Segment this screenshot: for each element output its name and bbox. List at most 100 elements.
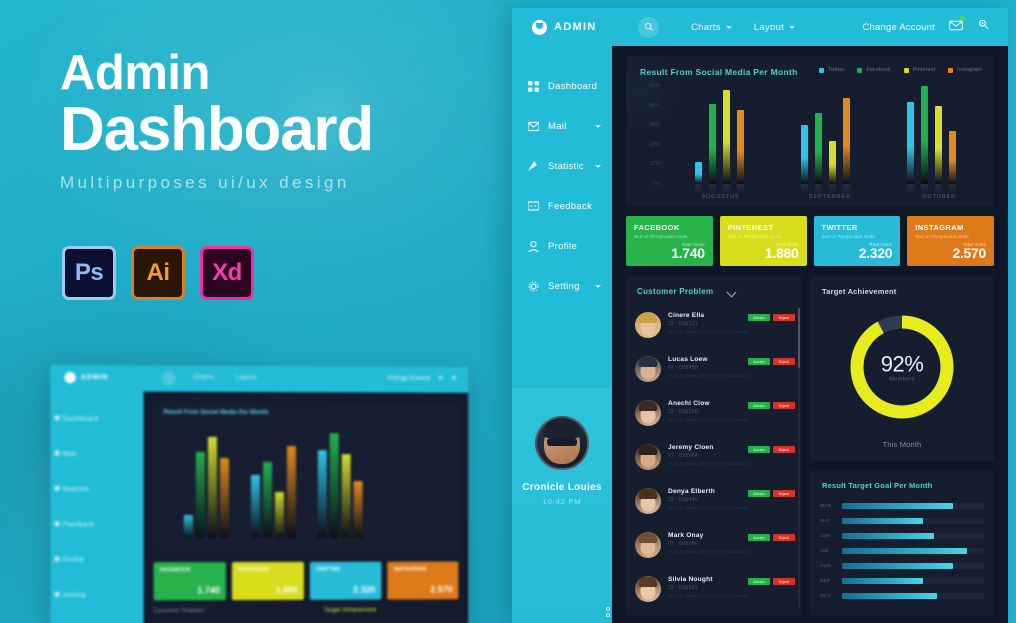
customer-description: Ut Enim Ipsam Dolor Sit Amet Consectetur xyxy=(668,373,750,378)
stat-card-instagram[interactable]: INSTAGRAM Sed Ut Perspiciatis Unde Total V… xyxy=(907,216,994,266)
sidebar-item-setting[interactable]: Setting xyxy=(512,266,612,306)
messages-button[interactable] xyxy=(949,16,965,36)
customer-problem-title: Customer Problem xyxy=(637,286,714,296)
goal-bar-track xyxy=(842,502,984,509)
sidebar-item-dashboard[interactable]: Dashboard xyxy=(512,66,612,106)
stat-card-twitter[interactable]: TWITTER Sed Ut Perspiciatis Unde Total Vis… xyxy=(813,216,901,266)
customer-problem-row[interactable]: Silvia Nought ID : 098561 Ut Enim Ipsam Do… xyxy=(626,570,802,614)
stat-cards-row: FACEBOOK Sed Ut Perspiciatis Unde Total Vi… xyxy=(626,216,994,266)
mockup-chart-title: Result From Social Media Per Month xyxy=(163,409,269,417)
mockup-header-right: Change Account ✉ ⚙ xyxy=(387,375,457,382)
search-button[interactable] xyxy=(638,16,659,38)
customer-problem-row[interactable]: Anechi Clow ID : 098298 Ut Enim Ipsam Dolo… xyxy=(626,394,802,438)
accept-button[interactable]: Accept xyxy=(748,534,770,541)
sidebar-item-feedback[interactable]: Feedback xyxy=(512,186,612,226)
customer-description: Ut Enim Ipsam Dolor Sit Amet Consectetur xyxy=(668,461,750,466)
customer-actions: Accept Reject xyxy=(748,358,795,365)
goal-bar-fill xyxy=(842,592,938,599)
chart-y-axis: 50% 40% 30% 20% 10% 0% xyxy=(640,83,664,187)
mockup-sidebar-icon xyxy=(54,415,60,421)
accept-button[interactable]: Accept xyxy=(748,578,770,585)
customer-problem-row[interactable]: Cinere Ella ID : 098121 Ut Enim Ipsam Dolo… xyxy=(626,306,802,350)
illustrator-icon: Ai xyxy=(131,246,185,300)
bar-group-october xyxy=(878,86,984,195)
customer-actions: Accept Reject xyxy=(748,578,795,585)
reject-button[interactable]: Reject xyxy=(773,490,795,497)
reject-button[interactable]: Reject xyxy=(773,358,795,365)
mockup-chart-panel: Result From Social Media Per Month xyxy=(153,401,459,553)
goal-label: JUN xyxy=(820,533,831,538)
screenshot-stage: Admin Dashboard Multipurposes ui/ux desi… xyxy=(0,0,1016,623)
mockup-sidebar-item: Setting xyxy=(62,591,86,599)
stat-card-facebook[interactable]: FACEBOOK Sed Ut Perspiciatis Unde Total Vi… xyxy=(626,216,713,266)
mockup-sidebar-item: Feedback xyxy=(62,521,95,529)
mockup-mail-icon: ✉ xyxy=(438,375,444,382)
customer-problem-row[interactable]: Lucas Loew ID : 098455 Ut Enim Ipsam Dolor… xyxy=(626,350,802,394)
sidebar-item-statistic[interactable]: Statistic xyxy=(512,146,612,186)
goal-row-mar: MAR xyxy=(820,498,984,513)
stat-card-value: 2.320 xyxy=(858,245,893,261)
bar-facebook xyxy=(814,113,822,194)
bar-instagram xyxy=(842,97,850,195)
customer-problem-row[interactable]: Mark Onay ID : 098090 Ut Enim Ipsam Dolor … xyxy=(626,526,802,570)
mockup-bar xyxy=(195,451,205,539)
mockup-sidebar-item: Profile xyxy=(62,556,85,564)
sidebar-item-profile[interactable]: Profile xyxy=(512,226,612,266)
profile-name: Cronicle Louies xyxy=(522,482,602,493)
goal-bar-track xyxy=(842,562,984,569)
accept-button[interactable]: Accept xyxy=(748,446,770,453)
bar-twitter xyxy=(800,125,808,194)
accept-button[interactable]: Accept xyxy=(748,402,770,409)
logo[interactable]: ADMIN xyxy=(532,19,632,35)
nav-layout[interactable]: Layout xyxy=(754,22,796,33)
reject-button[interactable]: Reject xyxy=(773,534,795,541)
customer-problem-header: Customer Problem xyxy=(626,276,802,306)
target-achievement-panel: Target Achievement 92% Members This Mont… xyxy=(810,276,994,461)
mockup-bar xyxy=(286,445,296,538)
legend-label: Facebook xyxy=(866,67,891,73)
change-account-button[interactable]: Change Account xyxy=(862,22,935,33)
reject-button[interactable]: Reject xyxy=(773,314,795,321)
reject-button[interactable]: Reject xyxy=(773,578,795,585)
chevron-down-icon xyxy=(789,25,796,29)
customer-problem-row[interactable]: Denya Elberth ID : 098449 Ut Enim Ipsam Do… xyxy=(626,482,802,526)
accept-button[interactable]: Accept xyxy=(748,358,770,365)
chart-plot: 50% 40% 30% 20% 10% 0% xyxy=(640,83,984,195)
legend-swatch xyxy=(903,67,909,73)
mockup-bar xyxy=(262,462,272,538)
scrollbar-thumb[interactable] xyxy=(798,308,800,368)
mockup-stat-card: PINTEREST 1.880 xyxy=(231,561,304,601)
mockup-nav-layout: Layout xyxy=(235,374,257,381)
chevron-down-icon xyxy=(725,25,732,29)
bar-instagram xyxy=(736,109,744,195)
settings-button[interactable] xyxy=(977,18,990,36)
stat-card-title: TWITTER xyxy=(821,223,858,232)
accept-button[interactable]: Accept xyxy=(748,314,770,321)
customer-id: ID : 098455 xyxy=(668,365,699,371)
stat-card-pinterest[interactable]: PINTEREST Sed Ut Perspiciatis Unde Total V… xyxy=(719,216,807,266)
customer-description: Ut Enim Ipsam Dolor Sit Amet Consectetur xyxy=(668,329,750,334)
mockup-bar xyxy=(317,449,327,538)
mockup-card-title: INSTAGRAM xyxy=(393,566,426,573)
header-actions: Change Account xyxy=(862,16,990,36)
reject-button[interactable]: Reject xyxy=(773,446,795,453)
goal-bar-track xyxy=(842,517,984,524)
y-tick-label: 0% xyxy=(652,181,660,187)
social-media-chart-panel: Result From Social Media Per Month Twitt… xyxy=(626,56,994,206)
customer-problem-row[interactable]: Jeremy Cloen ID : 098864 Ut Enim Ipsam Dol… xyxy=(626,438,802,482)
sidebar-item-mail[interactable]: Mail xyxy=(512,106,612,146)
chevron-down-icon[interactable] xyxy=(727,287,736,296)
reject-button[interactable]: Reject xyxy=(773,402,795,409)
sidebar-profile: Cronicle Louies 10:42 PM xyxy=(512,388,612,623)
mockup-sidebar-icon xyxy=(54,591,60,597)
donut-percent: 92% xyxy=(880,351,924,377)
mockup-stat-card: FACEBOOK 1.740 xyxy=(153,562,226,601)
accept-button[interactable]: Accept xyxy=(748,490,770,497)
target-achievement-title: Target Achievement xyxy=(822,287,897,296)
mockup-sidebar: Dashboard Mail Statistic Feedback Profile Set… xyxy=(50,391,144,623)
nav-charts[interactable]: Charts xyxy=(691,22,732,33)
mockup-bar xyxy=(183,514,193,539)
goal-bar-fill xyxy=(842,547,967,554)
status-dots xyxy=(606,605,610,617)
bar-pinterest xyxy=(934,105,942,195)
